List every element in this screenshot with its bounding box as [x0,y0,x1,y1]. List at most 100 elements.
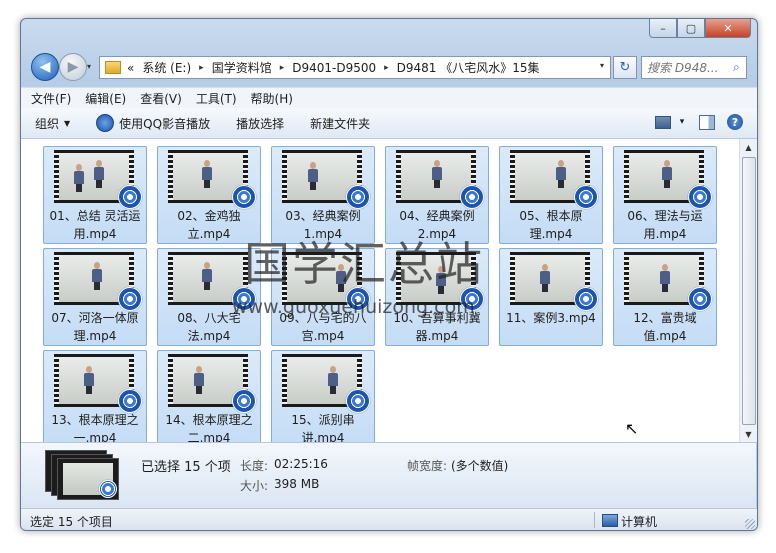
file-item[interactable]: 15、派别串讲.mp4 [271,350,375,442]
file-name: 15、派别串讲.mp4 [291,413,355,442]
menu-file[interactable]: 文件(F) [31,90,71,107]
file-item[interactable]: 02、金鸡独立.mp4 [157,146,261,244]
status-location: 计算机 [621,515,658,529]
file-name: 11、案例3.mp4 [506,311,596,325]
qq-play-button[interactable]: 使用QQ影音播放 [96,114,210,132]
search-box[interactable]: ⌕ [641,56,747,79]
file-name: 14、根本原理之二.mp4 [165,413,253,442]
address-bar[interactable]: « 系统 (E:) ▸ 国学资料馆 ▸ D9401-D9500 ▸ D9481 … [99,56,611,79]
file-item[interactable]: 01、总结 灵活运用.mp4 [43,146,147,244]
breadcrumb-range[interactable]: D9401-D9500 [292,61,376,75]
menu-help[interactable]: 帮助(H) [251,90,293,107]
status-text: 选定 15 个项目 [30,515,113,529]
organize-button[interactable]: 组织 ▼ [35,115,70,132]
file-item[interactable]: 12、富贵域值.mp4 [613,248,717,346]
resize-grip[interactable] [745,519,755,529]
video-reel-icon [574,185,598,209]
menu-edit[interactable]: 编辑(E) [85,90,126,107]
view-controls: ▾ ? [643,114,743,130]
vertical-scrollbar[interactable]: ▲ ▼ [739,139,757,442]
file-list: 01、总结 灵活运用.mp4 02、金鸡独立.mp4 03、经典案例1.mp4 04、… [21,139,739,442]
address-prefix[interactable]: « [127,61,134,75]
breadcrumb-current[interactable]: D9481 《八宅风水》15集 [397,59,540,76]
navigation-bar: ◀ ▶ ▾ « 系统 (E:) ▸ 国学资料馆 ▸ D9401-D9500 ▸ … [27,53,749,83]
file-item[interactable]: 09、八与宅的八宫.mp4 [271,248,375,346]
scroll-thumb[interactable] [742,157,756,425]
forward-button[interactable]: ▶ [59,53,87,81]
size-label: 大小: [240,479,269,493]
video-reel-icon [574,287,598,311]
size-value: 398 MB [274,477,320,491]
video-reel-icon [346,185,370,209]
video-reel-icon [688,287,712,311]
computer-icon [602,514,618,527]
file-item[interactable]: 11、案例3.mp4 [499,248,603,346]
scroll-up-button[interactable]: ▲ [740,139,757,155]
address-dropdown[interactable]: ▾ [600,61,604,70]
menu-view[interactable]: 查看(V) [140,90,182,107]
file-item[interactable]: 10、吾算事利冀器.mp4 [385,248,489,346]
breadcrumb-separator[interactable]: ▸ [199,63,204,73]
menu-bar: 文件(F) 编辑(E) 查看(V) 工具(T) 帮助(H) [21,87,757,108]
file-name: 07、河洛一体原理.mp4 [51,311,139,343]
play-selection-button[interactable]: 播放选择 [236,115,284,132]
minimize-button[interactable]: – [649,19,677,38]
video-reel-icon [232,389,256,413]
video-reel-icon [232,185,256,209]
file-name: 12、富贵域值.mp4 [633,311,697,343]
qq-player-icon [96,114,115,132]
refresh-button[interactable]: ↻ [613,56,637,79]
status-bar: 选定 15 个项目 计算机 [21,508,757,530]
file-name: 06、理法与运用.mp4 [627,209,703,241]
scroll-down-button[interactable]: ▼ [740,426,757,442]
breadcrumb-library[interactable]: 国学资料馆 [212,59,272,76]
breadcrumb-separator[interactable]: ▸ [280,63,285,73]
file-name: 02、金鸡独立.mp4 [177,209,241,241]
explorer-window: – ▢ ✕ ◀ ▶ ▾ « 系统 (E:) ▸ 国学资料馆 ▸ D9401-D9… [20,18,758,531]
file-item[interactable]: 14、根本原理之二.mp4 [157,350,261,442]
file-name: 04、经典案例2.mp4 [399,209,475,241]
search-icon[interactable]: ⌕ [733,60,740,75]
menu-tools[interactable]: 工具(T) [196,90,237,107]
view-options-dropdown[interactable]: ▾ [677,114,687,130]
length-value: 02:25:16 [274,457,328,471]
file-item[interactable]: 07、河洛一体原理.mp4 [43,248,147,346]
organize-label: 组织 [35,116,60,131]
maximize-button[interactable]: ▢ [677,19,705,38]
video-reel-icon [118,287,142,311]
file-item[interactable]: 08、八大宅法.mp4 [157,248,261,346]
command-bar: 组织 ▼ 使用QQ影音播放 播放选择 新建文件夹 ▾ ? [21,108,757,139]
recent-pages-dropdown[interactable]: ▾ [87,62,91,71]
close-button[interactable]: ✕ [705,19,751,38]
length-label: 长度: [240,459,269,473]
new-folder-button[interactable]: 新建文件夹 [310,115,370,132]
new-folder-label: 新建文件夹 [310,116,371,131]
video-reel-icon [688,185,712,209]
file-name: 08、八大宅法.mp4 [177,311,241,343]
file-item[interactable]: 04、经典案例2.mp4 [385,146,489,244]
help-icon[interactable]: ? [727,114,743,130]
file-item[interactable]: 13、根本原理之一.mp4 [43,350,147,442]
file-name: 01、总结 灵活运用.mp4 [49,209,141,241]
file-item[interactable]: 06、理法与运用.mp4 [613,146,717,244]
status-divider [594,512,595,528]
video-reel-icon [346,287,370,311]
mouse-cursor-icon: ↖ [625,419,639,438]
breadcrumb-separator[interactable]: ▸ [384,63,389,73]
video-reel-icon [118,185,142,209]
back-button[interactable]: ◀ [31,53,59,81]
file-name: 13、根本原理之一.mp4 [51,413,139,442]
video-reel-icon [99,480,117,498]
file-item[interactable]: 03、经典案例1.mp4 [271,146,375,244]
file-item[interactable]: 05、根本原理.mp4 [499,146,603,244]
change-view-icon[interactable] [655,115,671,129]
qq-play-label: 使用QQ影音播放 [119,116,211,131]
search-input[interactable] [642,59,729,76]
preview-pane-icon[interactable] [699,114,715,130]
video-reel-icon [118,389,142,413]
chevron-down-icon: ▼ [64,118,71,128]
file-name: 10、吾算事利冀器.mp4 [393,311,481,343]
breadcrumb-drive[interactable]: 系统 (E:) [142,59,191,76]
folder-icon [105,61,121,74]
selection-thumbnail-stack [45,450,121,500]
